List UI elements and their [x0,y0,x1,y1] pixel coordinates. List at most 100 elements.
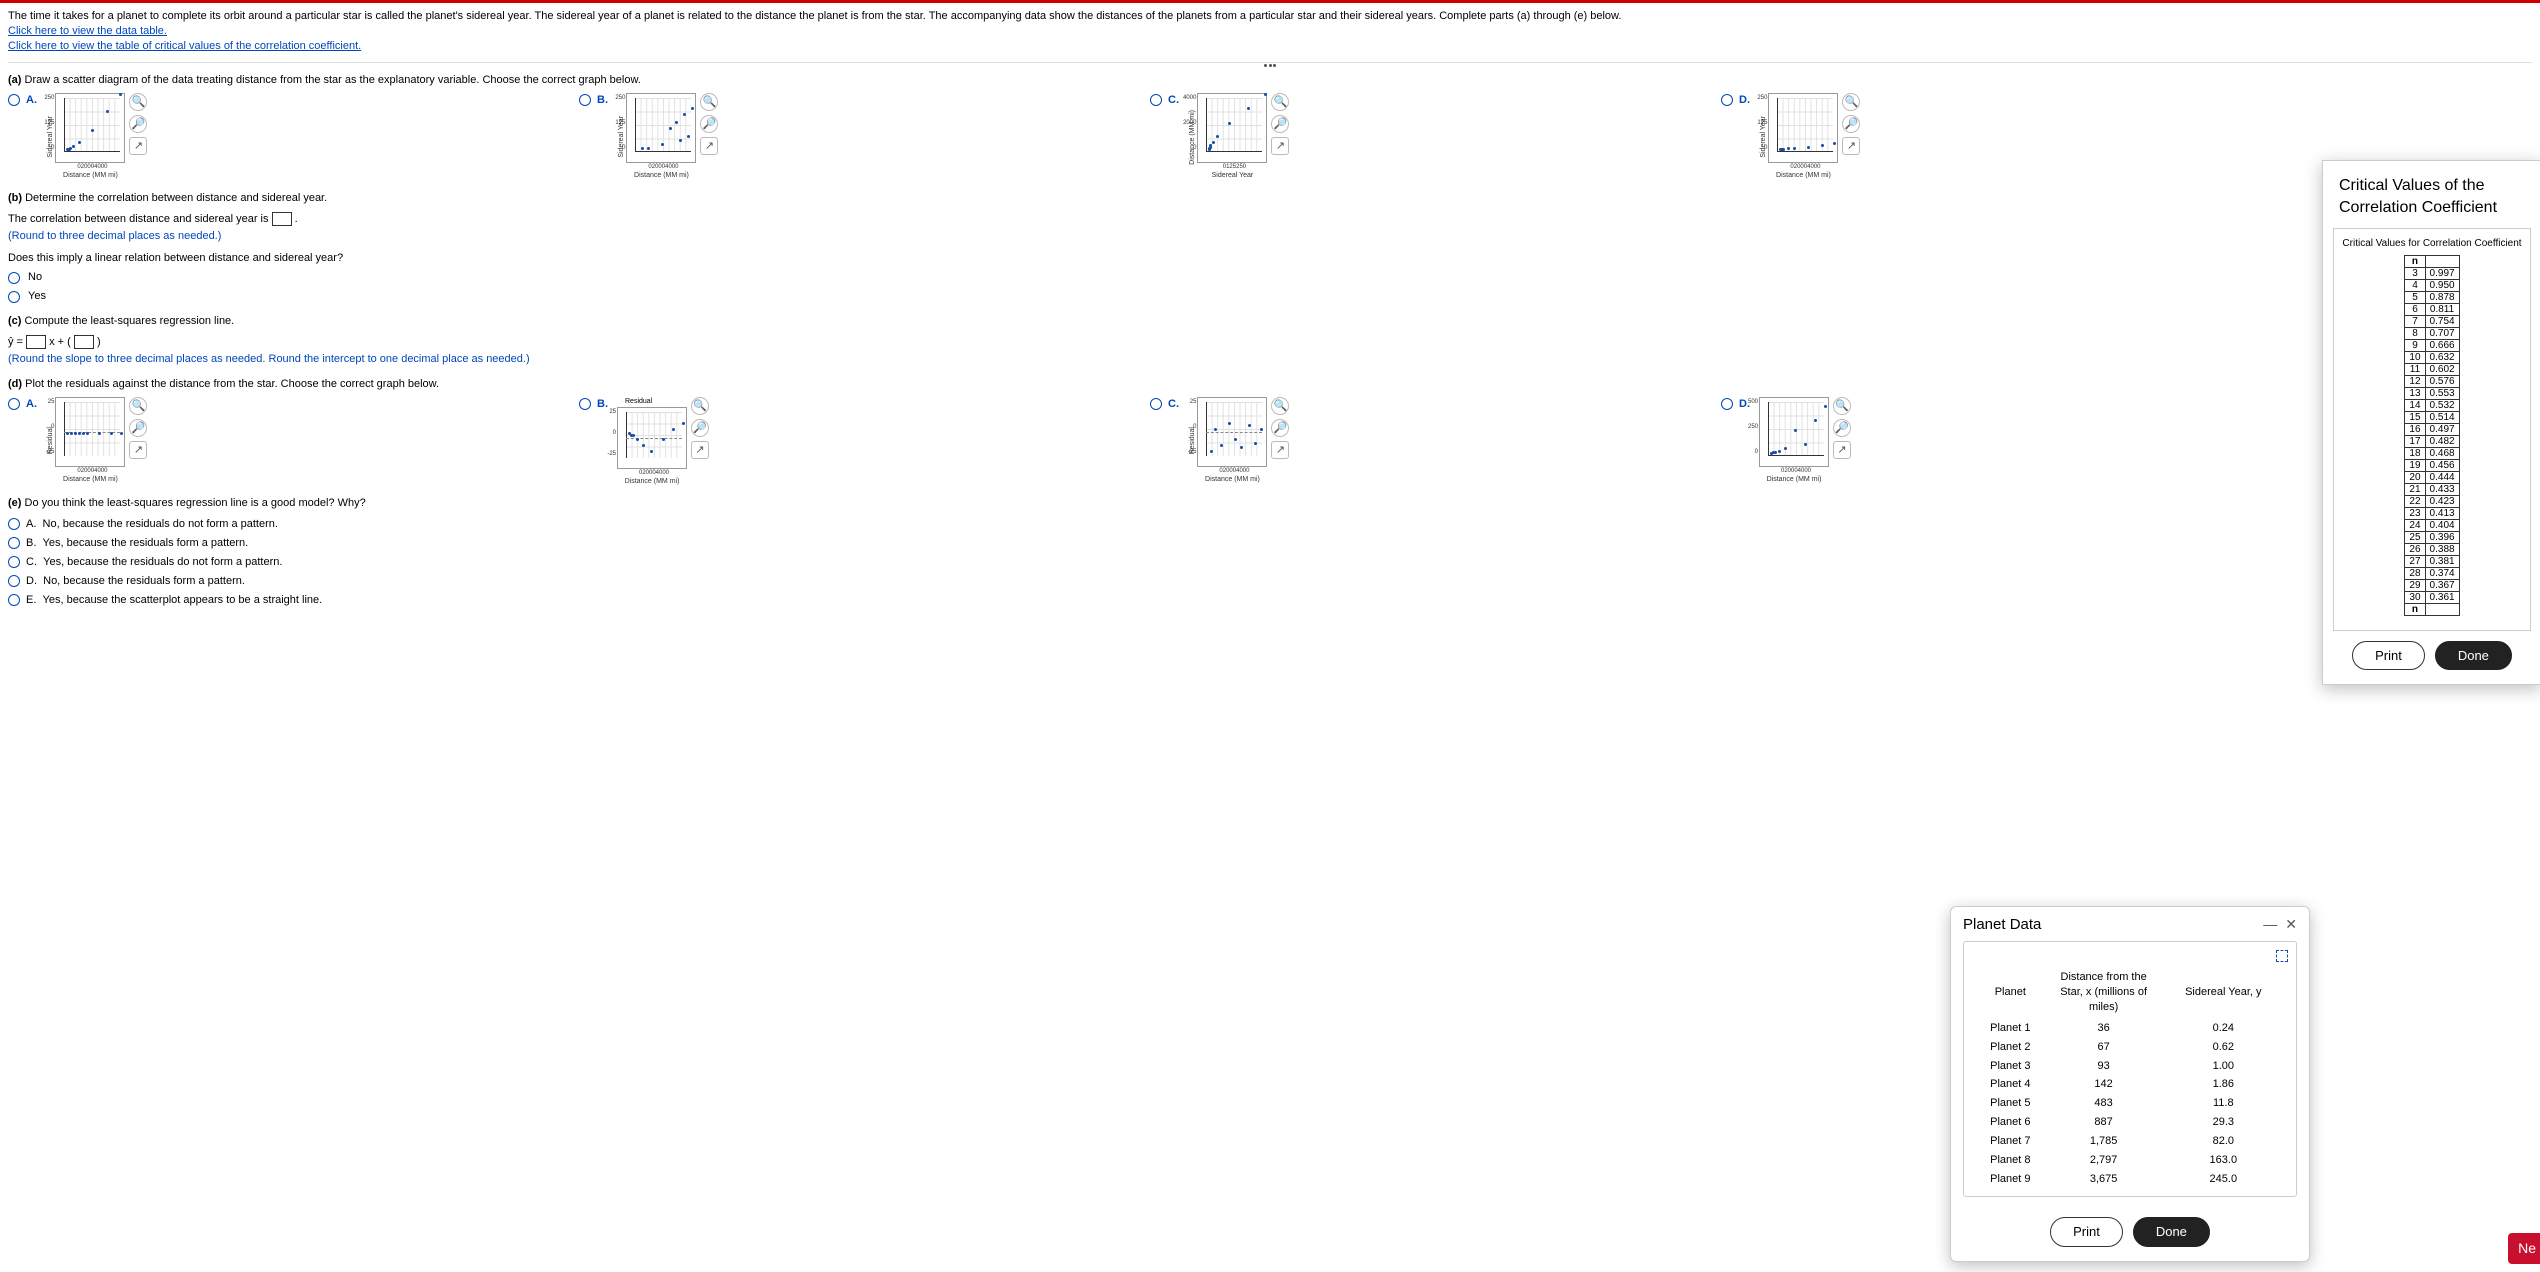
zoom-in-icon[interactable]: 🔍 [129,93,147,111]
table-row: Planet 41421.86 [1972,1075,2288,1094]
part-b-text: Determine the correlation between distan… [22,192,327,204]
graph-a-B: 2501250 [626,93,696,163]
table-row: 50.878 [2405,291,2459,303]
table-row: Planet 688729.3 [1972,1113,2288,1132]
radio-e-E[interactable] [8,594,20,606]
e-lE: E. [26,594,36,606]
radio-d-C[interactable] [1150,398,1162,410]
crit-print-button[interactable]: Print [2352,641,2425,671]
zoom-out-icon[interactable]: 🔎 [129,419,147,437]
graph-d-C: 250-25 [1197,397,1267,467]
open-external-icon[interactable]: ↗ [691,441,709,459]
table-row: 260.388 [2405,543,2459,555]
next-button[interactable]: Ne [2508,1233,2540,1264]
table-row: 190.456 [2405,459,2459,471]
radio-b-yes[interactable] [8,291,20,303]
zoom-out-icon[interactable]: 🔎 [700,115,718,133]
radio-d-D[interactable] [1721,398,1733,410]
intro-text: The time it takes for a planet to comple… [8,9,2532,24]
table-row: 200.444 [2405,471,2459,483]
table-row: 230.413 [2405,507,2459,519]
zoom-in-icon[interactable]: 🔍 [1271,397,1289,415]
input-slope[interactable] [26,335,46,349]
table-row: 220.423 [2405,495,2459,507]
planet-done-button[interactable]: Done [2133,1217,2210,1247]
e-lB: B. [26,537,36,549]
e-lA: A. [26,518,36,530]
zoom-out-icon[interactable]: 🔎 [1833,419,1851,437]
zoom-out-icon[interactable]: 🔎 [1271,419,1289,437]
radio-a-B[interactable] [579,94,591,106]
table-row: 60.811 [2405,303,2459,315]
minimize-icon[interactable]: — [2263,915,2277,934]
close-icon[interactable]: ✕ [2285,915,2297,934]
table-row: 250.396 [2405,531,2459,543]
graph-d-D: 5002500 [1759,397,1829,467]
radio-a-C[interactable] [1150,94,1162,106]
zoom-in-icon[interactable]: 🔍 [129,397,147,415]
open-external-icon[interactable]: ↗ [1271,137,1289,155]
table-row: 290.367 [2405,579,2459,591]
xlabel: Distance (MM mi) [1205,475,1260,484]
open-external-icon[interactable]: ↗ [129,441,147,459]
table-row: 160.497 [2405,423,2459,435]
radio-d-B[interactable] [579,398,591,410]
table-row: Planet 71,78582.0 [1972,1132,2288,1151]
opt-yes: Yes [28,289,46,304]
b-line1-b: . [295,213,298,225]
open-external-icon[interactable]: ↗ [1271,441,1289,459]
graph-d-B: 250-25 [617,407,687,469]
table-row: Planet 2670.62 [1972,1038,2288,1057]
radio-e-B[interactable] [8,537,20,549]
xlabel: Distance (MM mi) [634,171,689,180]
zoom-in-icon[interactable]: 🔍 [1842,93,1860,111]
part-d-prompt: (d) Plot the residuals against the dista… [8,377,2532,392]
crit-done-button[interactable]: Done [2435,641,2512,671]
part-a-choices: A. Sidereal Year 2501250 [8,93,2532,181]
e-lD: D. [26,575,37,587]
zoom-in-icon[interactable]: 🔍 [1833,397,1851,415]
table-row: 40.950 [2405,279,2459,291]
toggle-handle[interactable] [1260,64,1280,67]
eq-suf: ) [97,336,101,348]
link-data-table[interactable]: Click here to view the data table. [8,25,167,37]
zoom-out-icon[interactable]: 🔎 [1271,115,1289,133]
zoom-out-icon[interactable]: 🔎 [1842,115,1860,133]
radio-e-D[interactable] [8,575,20,587]
open-external-icon[interactable]: ↗ [129,137,147,155]
radio-e-A[interactable] [8,518,20,530]
th-planet: Planet [1972,966,2049,1019]
radio-a-A[interactable] [8,94,20,106]
fullscreen-icon[interactable] [2276,950,2288,962]
crit-caption: Critical Values for Correlation Coeffici… [2342,237,2522,251]
input-correlation[interactable] [272,212,292,226]
radio-a-D[interactable] [1721,94,1733,106]
b-line1-a: The correlation between distance and sid… [8,213,272,225]
table-row: 280.374 [2405,567,2459,579]
open-external-icon[interactable]: ↗ [1842,137,1860,155]
radio-b-no[interactable] [8,272,20,284]
planet-print-button[interactable]: Print [2050,1217,2123,1247]
part-e-text: Do you think the least-squares regressio… [21,497,365,509]
input-intercept[interactable] [74,335,94,349]
radio-e-C[interactable] [8,556,20,568]
table-row: 180.468 [2405,447,2459,459]
zoom-out-icon[interactable]: 🔎 [691,419,709,437]
th-sid: Sidereal Year, y [2159,966,2288,1019]
open-external-icon[interactable]: ↗ [1833,441,1851,459]
table-row: 70.754 [2405,315,2459,327]
zoom-in-icon[interactable]: 🔍 [1271,93,1289,111]
e-lC: C. [26,556,37,568]
zoom-out-icon[interactable]: 🔎 [129,115,147,133]
zoom-in-icon[interactable]: 🔍 [691,397,709,415]
table-row: Planet 3931.00 [1972,1057,2288,1076]
table-row: 170.482 [2405,435,2459,447]
open-external-icon[interactable]: ↗ [700,137,718,155]
table-row: 130.553 [2405,387,2459,399]
e-A: No, because the residuals do not form a … [43,518,278,530]
radio-d-A[interactable] [8,398,20,410]
crit-n-header: n [2405,255,2425,267]
link-crit-values[interactable]: Click here to view the table of critical… [8,40,361,52]
planet-data-table: Planet Distance from the Star, x (millio… [1972,966,2288,1188]
zoom-in-icon[interactable]: 🔍 [700,93,718,111]
